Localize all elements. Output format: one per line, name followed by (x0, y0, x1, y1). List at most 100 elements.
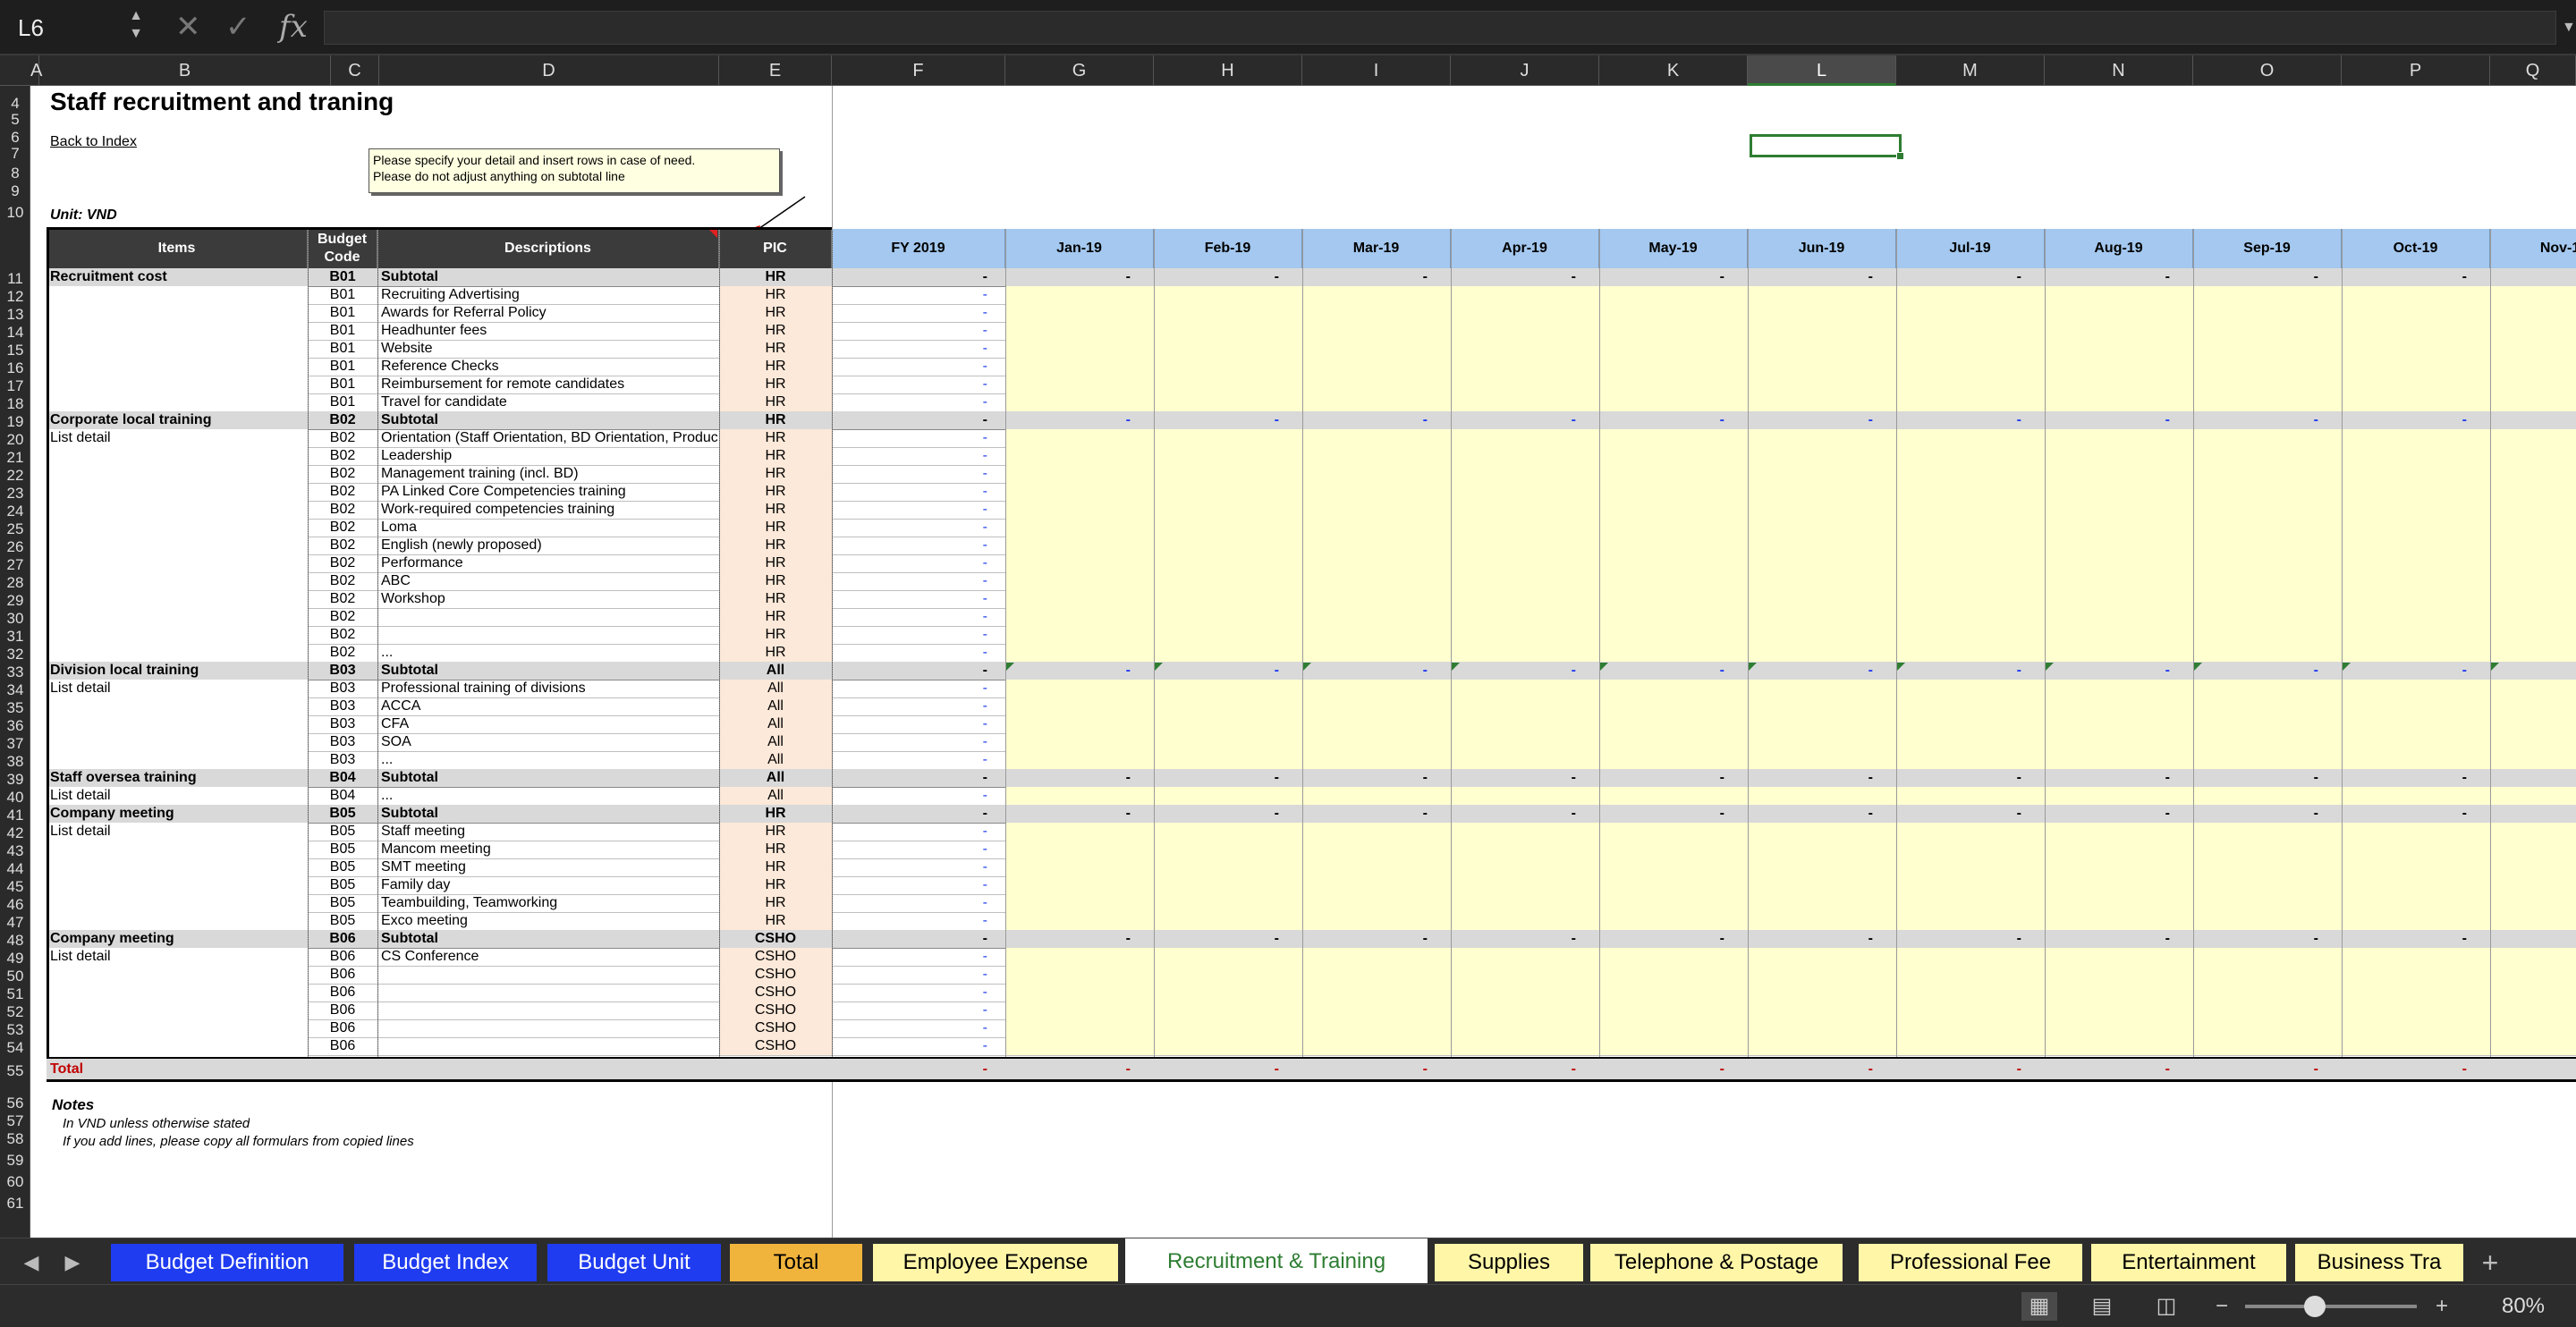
budget-code-cell[interactable]: B02 (308, 537, 377, 554)
month-subtotal-cell[interactable]: - (1748, 806, 1873, 822)
month-subtotal-cell[interactable]: - (1896, 806, 2021, 822)
sheet-tab-budget-definition[interactable]: Budget Definition (111, 1244, 343, 1281)
row-header-12[interactable]: 12 (0, 288, 30, 306)
budget-code-cell[interactable]: B03 (308, 716, 377, 732)
item-cell[interactable]: Company meeting (50, 806, 306, 822)
month-subtotal-cell[interactable]: - (1005, 269, 1131, 285)
pic-cell[interactable]: HR (719, 859, 832, 875)
fy-total-cell[interactable]: - (832, 680, 987, 697)
pic-cell[interactable]: HR (719, 520, 832, 536)
fy-total-cell[interactable]: - (832, 341, 987, 357)
row-header-46[interactable]: 46 (0, 896, 30, 914)
description-cell[interactable]: Reference Checks (381, 359, 717, 375)
row-header-26[interactable]: 26 (0, 538, 30, 556)
row-header-13[interactable]: 13 (0, 306, 30, 324)
pic-cell[interactable]: CSHO (719, 985, 832, 1001)
budget-code-cell[interactable]: B06 (308, 949, 377, 965)
budget-code-cell[interactable]: B04 (308, 770, 377, 786)
pic-cell[interactable]: HR (719, 824, 832, 840)
budget-code-cell[interactable]: B02 (308, 573, 377, 589)
description-cell[interactable]: ACCA (381, 698, 717, 714)
row-header-38[interactable]: 38 (0, 753, 30, 771)
column-header-q[interactable]: Q (2490, 55, 2576, 86)
budget-code-cell[interactable]: B02 (308, 502, 377, 518)
month-subtotal-cell[interactable]: - (1302, 806, 1428, 822)
row-header-41[interactable]: 41 (0, 807, 30, 824)
sheet-tab-professional-fee[interactable]: Professional Fee (1859, 1244, 2082, 1281)
column-header-c[interactable]: C (331, 55, 379, 86)
fy-total-cell[interactable]: - (832, 323, 987, 339)
pic-cell[interactable]: CSHO (719, 931, 832, 947)
budget-code-cell[interactable]: B05 (308, 859, 377, 875)
total-month-cell[interactable]: - (2490, 1061, 2576, 1078)
month-subtotal-cell[interactable]: - (1451, 806, 1576, 822)
formula-input[interactable] (324, 11, 2556, 45)
budget-code-cell[interactable]: B01 (308, 376, 377, 393)
fy-total-cell[interactable]: - (832, 520, 987, 536)
month-subtotal-cell[interactable]: - (1896, 269, 2021, 285)
description-cell[interactable]: Website (381, 341, 717, 357)
column-header-a[interactable]: A (30, 55, 42, 86)
sheet-tab-employee-expense[interactable]: Employee Expense (873, 1244, 1118, 1281)
page-layout-view-icon[interactable]: ▤ (2084, 1292, 2120, 1321)
description-cell[interactable]: Orientation (Staff Orientation, BD Orien… (381, 430, 717, 446)
pic-cell[interactable]: CSHO (719, 949, 832, 965)
back-to-index-link[interactable]: Back to Index (50, 134, 137, 150)
fy-total-cell[interactable]: - (832, 269, 987, 285)
row-header-56[interactable]: 56 (0, 1095, 30, 1112)
sheet-tab-entertainment[interactable]: Entertainment (2091, 1244, 2286, 1281)
description-cell[interactable]: Recruiting Advertising (381, 287, 717, 303)
total-month-cell[interactable]: - (1748, 1061, 1873, 1078)
sheet-tab-budget-index[interactable]: Budget Index (354, 1244, 537, 1281)
column-header-n[interactable]: N (2045, 55, 2193, 86)
budget-code-cell[interactable]: B01 (308, 287, 377, 303)
month-subtotal-cell[interactable]: - (1896, 931, 2021, 947)
confirm-icon[interactable]: ✓ (225, 9, 258, 45)
month-subtotal-cell[interactable]: - (1451, 931, 1576, 947)
budget-code-cell[interactable]: B06 (308, 985, 377, 1001)
fy-total-cell[interactable]: - (832, 967, 987, 983)
month-subtotal-cell[interactable]: - (1302, 931, 1428, 947)
description-cell[interactable]: Family day (381, 877, 717, 893)
pic-cell[interactable]: HR (719, 341, 832, 357)
column-header-p[interactable]: P (2342, 55, 2490, 86)
column-header-g[interactable]: G (1005, 55, 1154, 86)
budget-code-cell[interactable]: B02 (308, 520, 377, 536)
description-cell[interactable]: Mancom meeting (381, 841, 717, 858)
pic-cell[interactable]: HR (719, 323, 832, 339)
budget-code-cell[interactable]: B02 (308, 448, 377, 464)
description-cell[interactable]: Teambuilding, Teamworking (381, 895, 717, 911)
budget-code-cell[interactable]: B01 (308, 305, 377, 321)
budget-code-cell[interactable]: B01 (308, 359, 377, 375)
description-cell[interactable]: ... (381, 645, 717, 661)
fy-total-cell[interactable]: - (832, 895, 987, 911)
row-header-27[interactable]: 27 (0, 556, 30, 574)
sheet-grid[interactable]: Staff recruitment and traning Back to In… (30, 86, 2576, 1238)
pic-cell[interactable]: HR (719, 376, 832, 393)
row-header-50[interactable]: 50 (0, 968, 30, 985)
column-header-e[interactable]: E (719, 55, 832, 86)
budget-code-cell[interactable]: B05 (308, 824, 377, 840)
row-header-19[interactable]: 19 (0, 413, 30, 431)
pic-cell[interactable]: HR (719, 287, 832, 303)
month-subtotal-cell[interactable]: - (1154, 269, 1279, 285)
description-cell[interactable]: Staff meeting (381, 824, 717, 840)
month-subtotal-cell[interactable]: - (1154, 412, 1279, 428)
zoom-out-icon[interactable]: − (2204, 1292, 2240, 1321)
total-month-cell[interactable]: - (1005, 1061, 1131, 1078)
description-cell[interactable]: English (newly proposed) (381, 537, 717, 554)
zoom-slider-thumb[interactable] (2304, 1296, 2326, 1317)
fy-total-cell[interactable]: - (832, 734, 987, 750)
fy-total-cell[interactable]: - (832, 573, 987, 589)
month-subtotal-cell[interactable]: - (2490, 412, 2576, 428)
row-header-4[interactable]: 4 (0, 95, 30, 113)
budget-code-cell[interactable]: B02 (308, 412, 377, 428)
row-header-60[interactable]: 60 (0, 1173, 30, 1191)
item-cell[interactable]: List detail (50, 788, 306, 804)
sheet-tab-total[interactable]: Total (730, 1244, 862, 1281)
description-cell[interactable]: PA Linked Core Competencies training (381, 484, 717, 500)
row-header-25[interactable]: 25 (0, 520, 30, 538)
budget-code-cell[interactable]: B06 (308, 1038, 377, 1054)
row-header-52[interactable]: 52 (0, 1003, 30, 1021)
row-header-33[interactable]: 33 (0, 664, 30, 681)
